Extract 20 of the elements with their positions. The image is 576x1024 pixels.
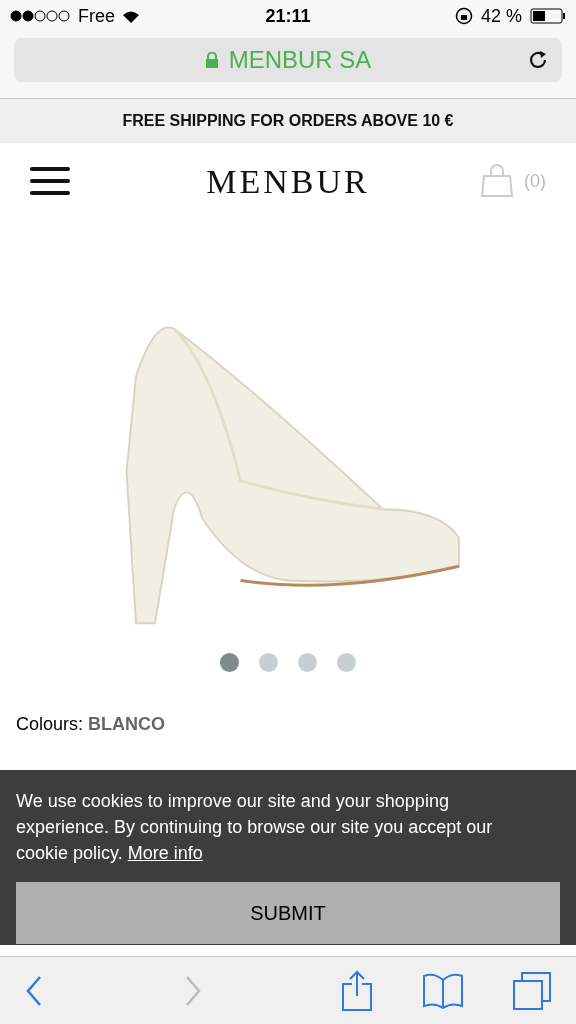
- colours-label: Colours: BLANCO: [16, 713, 167, 736]
- site-name: MENBUR SA: [228, 45, 372, 75]
- lock-icon: [204, 52, 219, 68]
- menu-icon[interactable]: [30, 167, 70, 195]
- bookmarks-icon[interactable]: [421, 971, 464, 1010]
- submit-button[interactable]: SUBMIT: [16, 882, 560, 944]
- brand-logo[interactable]: MENBUR: [206, 155, 370, 207]
- clock-time: 21:11: [265, 4, 311, 28]
- share-icon[interactable]: [341, 969, 373, 1012]
- carrier-name: Free: [78, 4, 115, 28]
- rotation-lock-icon: [454, 7, 473, 25]
- signal-icon: [10, 10, 72, 22]
- battery-icon: [530, 8, 566, 24]
- more-info-link[interactable]: More info: [127, 843, 203, 863]
- promo-banner: FREE SHIPPING FOR ORDERS ABOVE 10 €: [0, 99, 576, 143]
- back-icon[interactable]: [24, 974, 44, 1007]
- tabs-icon[interactable]: [512, 970, 552, 1011]
- cookie-message: We use cookies to improve our site and your shopping experience. By continuing to browse our site you accept our cookie policy. More info: [16, 790, 494, 865]
- battery-percent: 42 %: [480, 4, 522, 28]
- cart-count: (0): [524, 169, 546, 193]
